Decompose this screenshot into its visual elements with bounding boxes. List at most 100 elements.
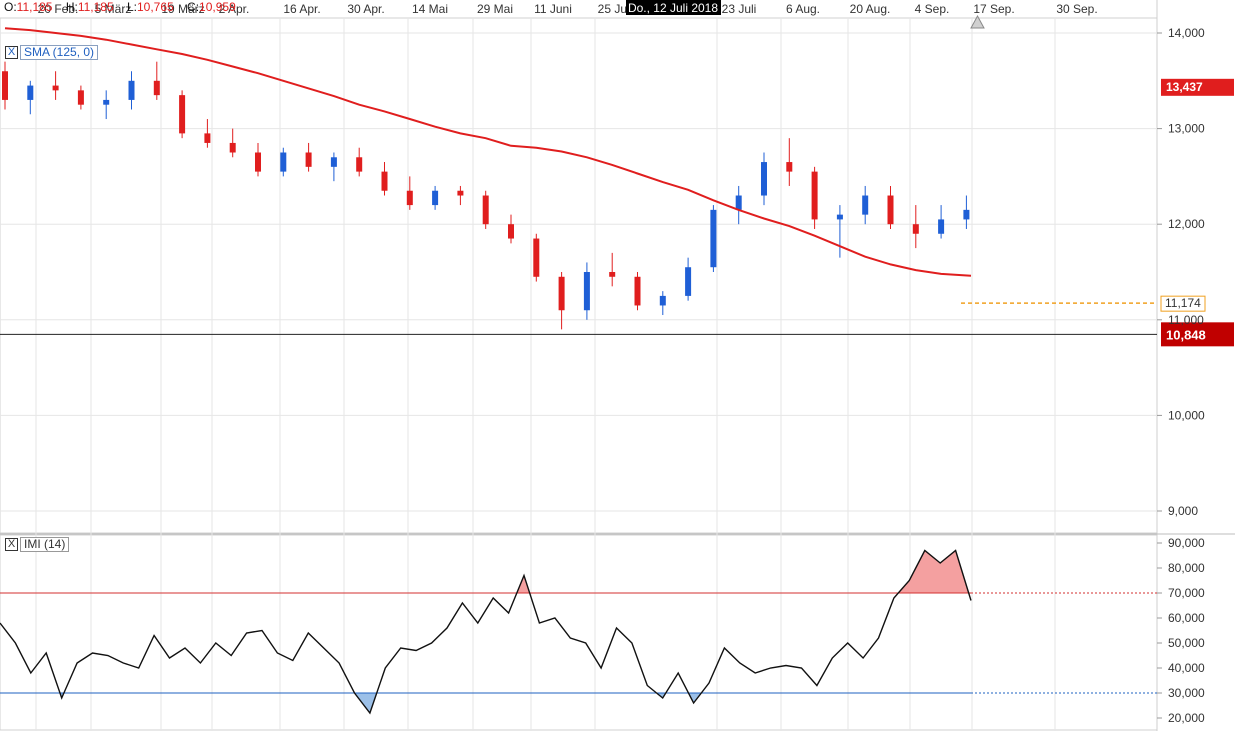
candle-body <box>912 224 919 234</box>
x-tick-label: 4 Sep. <box>915 2 950 16</box>
candle-down <box>609 252 616 287</box>
candle-down <box>887 185 894 229</box>
price-axis-ticks: 14,000 13,000 12,000 11,000 10,000 9,000 <box>1157 26 1205 518</box>
candle-body <box>761 162 767 196</box>
imi-panel-frame <box>0 534 1158 731</box>
candle-body <box>305 152 312 167</box>
candle-down <box>305 142 312 172</box>
candle-up <box>761 152 767 206</box>
imi-panel <box>0 549 1157 715</box>
candle-up <box>862 185 869 225</box>
candle-down <box>229 128 236 158</box>
x-tick-label: 14 Mai <box>412 2 448 16</box>
candle-down <box>508 214 514 244</box>
candle-up <box>280 147 287 177</box>
candle-down <box>179 90 186 139</box>
y-tick-label: 9,000 <box>1168 504 1198 518</box>
imi-indicator-tag: X IMI (14) <box>5 537 70 552</box>
candle-body <box>609 272 616 277</box>
candle-body <box>255 152 261 172</box>
candle-body <box>710 209 717 268</box>
y-tick-label: 60,000 <box>1168 611 1205 625</box>
candle-body <box>280 152 287 172</box>
candle-down <box>204 119 211 148</box>
y-tick-label: 11,000 <box>1168 313 1204 327</box>
candle-down <box>356 147 363 177</box>
y-tick-label: 40,000 <box>1168 661 1205 675</box>
x-tick-label: 29 Mai <box>477 2 513 16</box>
candle-body <box>381 171 388 191</box>
sma-indicator-label[interactable]: SMA (125, 0) <box>20 45 99 60</box>
candle-body <box>406 190 413 206</box>
high-label: H: <box>65 0 78 14</box>
candle-body <box>786 162 793 172</box>
alert-price-label: 11,174 <box>1165 296 1201 310</box>
candle-down <box>558 272 565 330</box>
candle-body <box>103 99 110 105</box>
x-tick-label: 16 Apr. <box>283 2 320 16</box>
y-tick-label: 10,000 <box>1168 408 1205 422</box>
y-tick-label: 14,000 <box>1168 26 1205 40</box>
y-tick-label: 50,000 <box>1168 636 1205 650</box>
candle-body <box>482 195 489 225</box>
low-value: 10,765 <box>137 0 174 14</box>
candle-down <box>2 61 8 110</box>
candle-body <box>179 95 186 134</box>
candle-body <box>153 80 160 96</box>
y-tick-label: 30,000 <box>1168 686 1205 700</box>
low-label: L: <box>126 0 137 14</box>
imi-indicator-label[interactable]: IMI (14) <box>20 537 70 552</box>
x-tick-label: 6 Aug. <box>786 2 820 16</box>
x-tick-label: 17 Sep. <box>973 2 1014 16</box>
x-tick-label: 23 Juli <box>722 2 757 16</box>
candle-up <box>128 71 135 110</box>
y-tick-label: 80,000 <box>1168 561 1205 575</box>
candle-body <box>204 133 211 143</box>
candle-up <box>583 262 590 320</box>
candle-body <box>811 171 818 220</box>
candle-up <box>710 205 717 272</box>
candle-body <box>659 295 666 306</box>
candle-up <box>659 291 666 316</box>
high-value: 11,185 <box>77 0 114 14</box>
crosshair-date-text: Do., 12 Juli 2018 <box>628 1 718 15</box>
candle-body <box>735 195 742 210</box>
candlestick-series <box>2 61 970 330</box>
chart-canvas[interactable]: 20 Feb. 5 März 19 März 2 Apr. 16 Apr. 30 Apr.… <box>0 0 1235 731</box>
candle-body <box>330 157 337 167</box>
crosshair-date-label: Do., 12 Juli 2018 <box>626 0 721 15</box>
candle-down <box>381 162 388 196</box>
grid <box>0 0 1235 731</box>
close-icon[interactable]: X <box>5 46 18 59</box>
candle-body <box>685 267 692 296</box>
candle-down <box>77 85 84 110</box>
candle-up <box>685 257 692 301</box>
x-tick-label: 11 Juni <box>534 2 572 16</box>
candle-body <box>533 238 540 277</box>
open-label: O: <box>4 0 17 14</box>
stock-chart[interactable]: 20 Feb. 5 März 19 März 2 Apr. 16 Apr. 30 Apr.… <box>0 0 1235 731</box>
candle-body <box>2 71 8 100</box>
candle-body <box>457 190 464 196</box>
close-value: 10,959 <box>199 0 236 14</box>
main-panel-frame <box>0 17 1158 534</box>
candle-body <box>887 195 894 225</box>
candle-up <box>735 185 742 225</box>
x-tick-label: 20 Aug. <box>850 2 891 16</box>
candle-body <box>128 80 135 100</box>
candle-down <box>786 138 793 186</box>
candle-body <box>432 190 439 206</box>
candle-body <box>508 224 514 239</box>
candle-body <box>558 276 565 311</box>
candle-down <box>153 61 160 100</box>
ohlc-readout: O:11,185 H:11,185 L:10,765 C:10,959 <box>4 0 246 14</box>
x-tick-label: 30 Sep. <box>1056 2 1097 16</box>
candle-body <box>963 209 970 220</box>
y-tick-label: 13,000 <box>1168 122 1205 136</box>
candle-body <box>229 142 236 153</box>
close-icon[interactable]: X <box>5 538 18 551</box>
x-tick-label: 30 Apr. <box>347 2 384 16</box>
candle-up <box>938 205 945 239</box>
y-tick-label: 12,000 <box>1168 217 1205 231</box>
current-price-label: 10,848 <box>1166 327 1206 342</box>
